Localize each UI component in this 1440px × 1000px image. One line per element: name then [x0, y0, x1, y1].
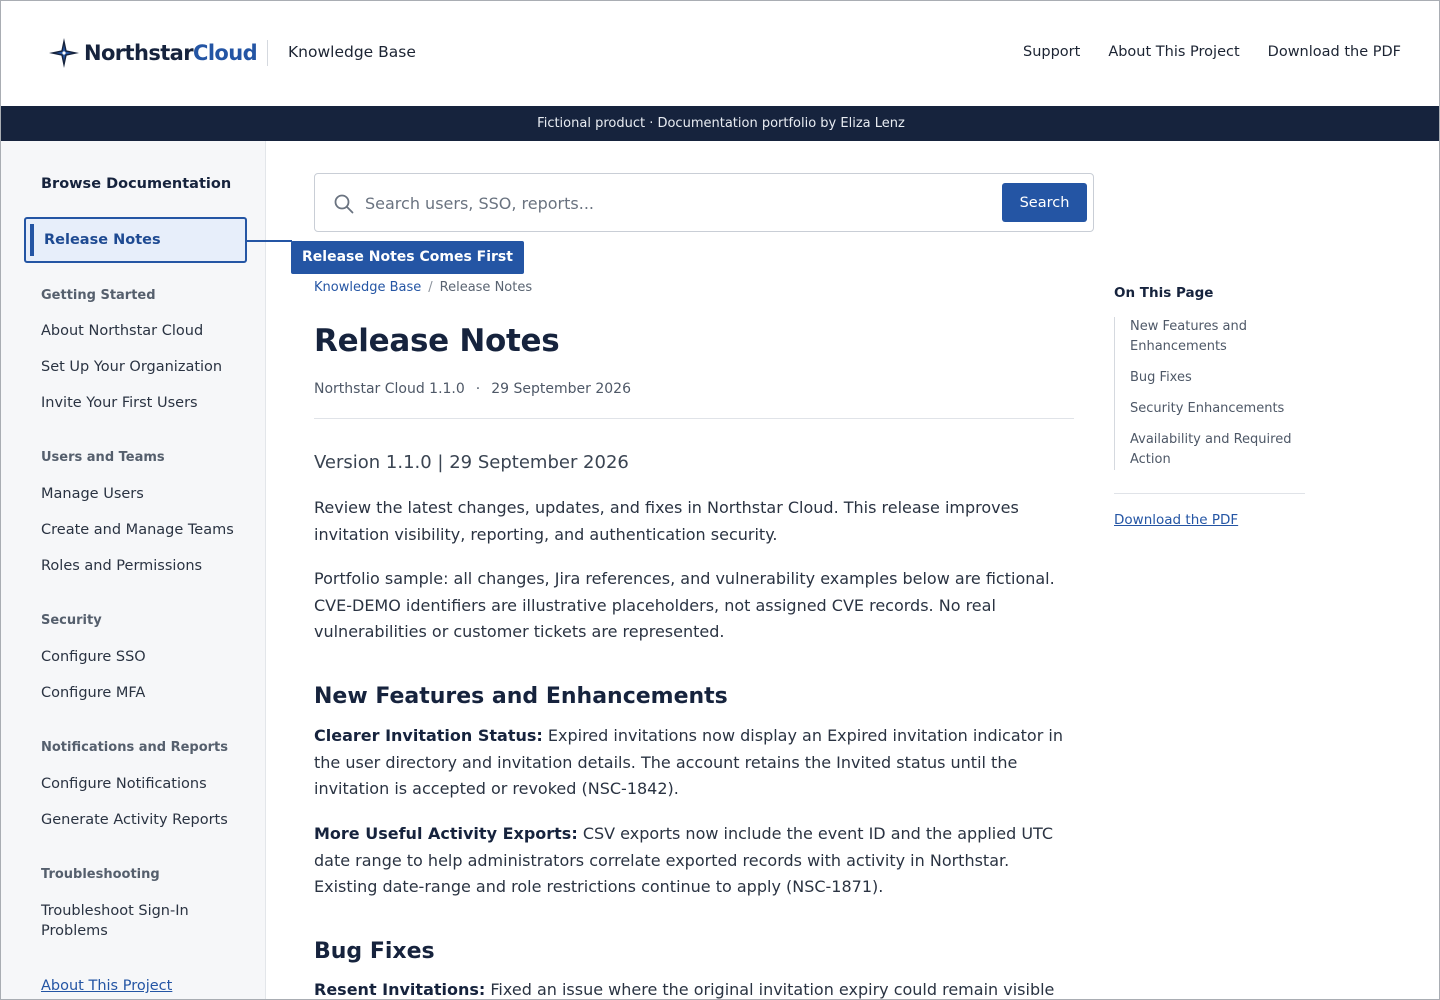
sidebar-item-configure-mfa[interactable]: Configure MFA: [41, 683, 241, 703]
search-input[interactable]: [365, 184, 995, 222]
disclaimer-paragraph: Portfolio sample: all changes, Jira refe…: [314, 569, 1055, 641]
sidebar-group-security: Security: [41, 613, 102, 628]
sidebar: Browse Documentation Release Notes Getti…: [1, 141, 266, 999]
feature-invitation-status: Clearer Invitation Status: Expired invit…: [314, 723, 1074, 803]
page-title: Release Notes: [314, 323, 560, 359]
sidebar-about-project-link[interactable]: About This Project: [41, 978, 172, 994]
meta-separator: ·: [475, 381, 481, 397]
title-divider: [314, 418, 1074, 419]
brand-name-part1: Northstar: [84, 41, 194, 65]
sidebar-item-label: Release Notes: [44, 232, 161, 248]
callout-connector: [247, 240, 292, 242]
north-star-logo-icon: [49, 38, 79, 68]
nav-support-link[interactable]: Support: [1023, 44, 1080, 60]
breadcrumb: Knowledge Base / Release Notes: [314, 280, 532, 295]
toc-item-security[interactable]: Security Enhancements: [1130, 399, 1304, 419]
sidebar-item-invite-users[interactable]: Invite Your First Users: [41, 393, 241, 413]
sidebar-item-configure-notifications[interactable]: Configure Notifications: [41, 774, 241, 794]
search-bar: Search: [314, 173, 1094, 232]
sidebar-item-setup-organization[interactable]: Set Up Your Organization: [41, 357, 241, 377]
section-bug-fixes-heading: Bug Fixes: [314, 939, 435, 964]
toc-item-new-features[interactable]: New Features and Enhancements: [1130, 317, 1304, 357]
bugfix-text: Fixed an issue where the original invita…: [490, 980, 1055, 999]
page-frame: NorthstarCloud Knowledge Base Support Ab…: [0, 0, 1440, 1000]
top-nav: Support About This Project Download the …: [1023, 44, 1401, 60]
section-label[interactable]: Knowledge Base: [288, 43, 416, 61]
sidebar-item-activity-reports[interactable]: Generate Activity Reports: [41, 810, 241, 830]
sidebar-item-manage-teams[interactable]: Create and Manage Teams: [41, 520, 241, 540]
feature-activity-exports: More Useful Activity Exports: CSV export…: [314, 821, 1074, 901]
release-date: 29 September 2026: [491, 381, 631, 397]
intro-paragraph: Review the latest changes, updates, and …: [314, 498, 1019, 544]
sidebar-group-getting-started: Getting Started: [41, 288, 156, 303]
toc-item-bug-fixes[interactable]: Bug Fixes: [1130, 368, 1304, 388]
sidebar-title: Browse Documentation: [41, 176, 232, 192]
sidebar-group-troubleshooting: Troubleshooting: [41, 867, 160, 882]
breadcrumb-separator: /: [428, 280, 433, 295]
toc-list: New Features and Enhancements Bug Fixes …: [1114, 317, 1304, 470]
version-line: Version 1.1.0 | 29 September 2026: [314, 452, 629, 473]
article-meta: Northstar Cloud 1.1.0 · 29 September 2026: [314, 381, 631, 397]
brand-name: NorthstarCloud: [84, 41, 258, 65]
brand-name-part2: Cloud: [193, 41, 258, 65]
bugfix-title: Resent Invitations:: [314, 980, 486, 999]
release-notes-callout: Release Notes Comes First: [291, 241, 524, 274]
sidebar-item-roles-permissions[interactable]: Roles and Permissions: [41, 556, 241, 576]
search-button[interactable]: Search: [1002, 183, 1087, 222]
sidebar-item-configure-sso[interactable]: Configure SSO: [41, 647, 241, 667]
header-divider: [267, 40, 268, 66]
feature-title: Clearer Invitation Status:: [314, 726, 543, 745]
brand-logo[interactable]: NorthstarCloud: [49, 38, 258, 68]
sidebar-group-notifications-reports: Notifications and Reports: [41, 740, 229, 755]
feature-title: More Useful Activity Exports:: [314, 824, 578, 843]
sidebar-group-users-teams: Users and Teams: [41, 450, 165, 465]
bugfix-resent-invitations: Resent Invitations: Fixed an issue where…: [314, 977, 1074, 999]
sidebar-item-release-notes[interactable]: Release Notes: [24, 217, 247, 263]
breadcrumb-current: Release Notes: [439, 280, 533, 295]
top-header: NorthstarCloud Knowledge Base Support Ab…: [1, 1, 1439, 106]
section-new-features-heading: New Features and Enhancements: [314, 684, 728, 709]
portfolio-banner: Fictional product · Documentation portfo…: [1, 106, 1439, 141]
nav-about-link[interactable]: About This Project: [1108, 44, 1239, 60]
search-icon: [334, 194, 354, 214]
toc-download-pdf-link[interactable]: Download the PDF: [1114, 512, 1238, 528]
toc-title: On This Page: [1114, 285, 1214, 301]
toc-divider: [1114, 493, 1305, 494]
sidebar-item-troubleshoot-sign-in[interactable]: Troubleshoot Sign-In Problems: [41, 901, 211, 941]
toc-item-availability[interactable]: Availability and Required Action: [1130, 430, 1304, 470]
product-version: Northstar Cloud 1.1.0: [314, 381, 465, 397]
sidebar-item-manage-users[interactable]: Manage Users: [41, 484, 241, 504]
nav-download-pdf-link[interactable]: Download the PDF: [1268, 44, 1401, 60]
breadcrumb-knowledge-base[interactable]: Knowledge Base: [314, 280, 421, 295]
sidebar-item-about-northstar[interactable]: About Northstar Cloud: [41, 321, 241, 341]
